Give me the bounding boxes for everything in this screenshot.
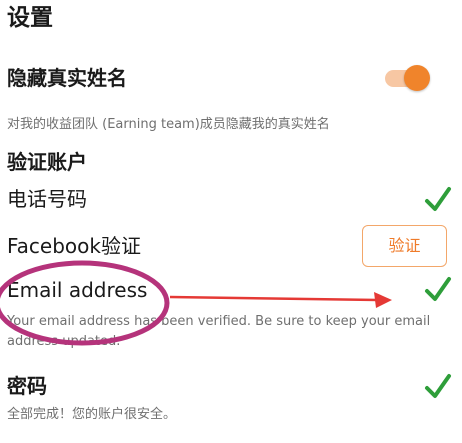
password-label: 密码	[7, 374, 47, 398]
hide-name-toggle[interactable]	[385, 65, 430, 91]
email-label: Email address	[7, 278, 148, 302]
email-description-line2: address updated.	[7, 334, 121, 349]
page-title: 设置	[7, 5, 53, 31]
password-description: 全部完成！您的账户很安全。	[7, 407, 177, 422]
email-check-icon	[425, 277, 451, 301]
password-check-icon	[425, 374, 451, 398]
phone-label: 电话号码	[7, 187, 87, 211]
facebook-label: Facebook验证	[7, 234, 141, 258]
facebook-verify-button[interactable]: 验证	[362, 225, 447, 267]
toggle-knob	[404, 65, 430, 91]
annotation-arrow	[169, 292, 392, 308]
verify-section-heading: 验证账户	[7, 150, 87, 174]
phone-check-icon	[425, 187, 451, 211]
email-description-line1: Your email address has been verified. Be…	[7, 314, 431, 329]
hide-name-description: 对我的收益团队 (Earning team)成员隐藏我的真实姓名	[7, 117, 330, 132]
hide-name-label: 隐藏真实姓名	[7, 66, 127, 90]
